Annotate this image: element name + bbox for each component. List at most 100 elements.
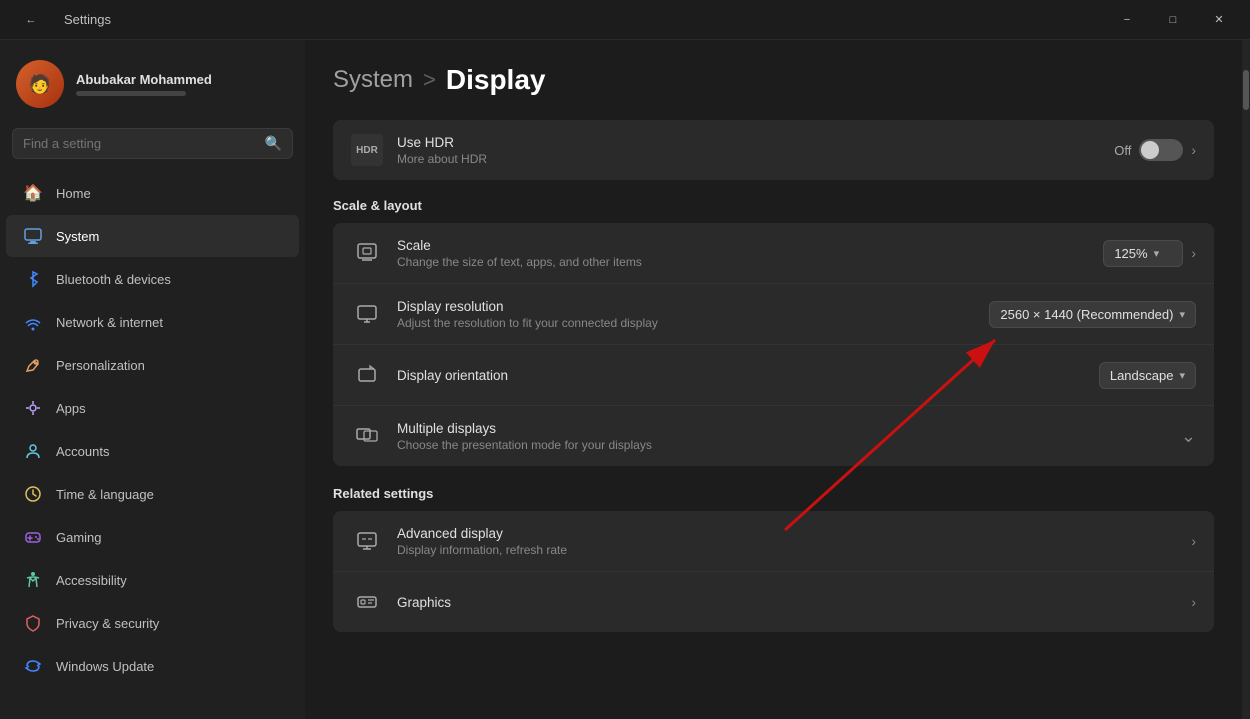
- resolution-text: Display resolution Adjust the resolution…: [397, 299, 975, 330]
- multiple-displays-text: Multiple displays Choose the presentatio…: [397, 421, 1167, 452]
- advanced-display-icon: [351, 525, 383, 557]
- time-icon: [22, 483, 44, 505]
- sidebar-item-bluetooth[interactable]: Bluetooth & devices: [6, 258, 299, 300]
- toggle-knob: [1141, 141, 1159, 159]
- resolution-dropdown-arrow: ▾: [1179, 308, 1185, 321]
- sidebar-label-bluetooth: Bluetooth & devices: [56, 272, 171, 287]
- sidebar-item-system[interactable]: System: [6, 215, 299, 257]
- sidebar-item-update[interactable]: Windows Update: [6, 645, 299, 687]
- user-bar: [76, 91, 186, 96]
- related-settings-card: Advanced display Display information, re…: [333, 511, 1214, 632]
- sidebar-label-accounts: Accounts: [56, 444, 109, 459]
- sidebar-item-accounts[interactable]: Accounts: [6, 430, 299, 472]
- scale-layout-card: Scale Change the size of text, apps, and…: [333, 223, 1214, 466]
- scrollbar-track: [1242, 40, 1250, 719]
- sidebar-item-network[interactable]: Network & internet: [6, 301, 299, 343]
- advanced-display-text: Advanced display Display information, re…: [397, 526, 1177, 557]
- hdr-right: Off ›: [1114, 139, 1196, 161]
- personalization-icon: [22, 354, 44, 376]
- search-box[interactable]: 🔍: [12, 128, 293, 159]
- related-settings-label: Related settings: [333, 486, 1214, 501]
- orientation-text: Display orientation: [397, 368, 1085, 383]
- sidebar-label-network: Network & internet: [56, 315, 163, 330]
- scale-dropdown-arrow: ▾: [1154, 247, 1160, 260]
- scrollbar-thumb[interactable]: [1243, 70, 1249, 110]
- hdr-title: Use HDR: [397, 135, 1100, 150]
- sidebar-item-time[interactable]: Time & language: [6, 473, 299, 515]
- search-input[interactable]: [23, 136, 257, 151]
- bluetooth-icon: [22, 268, 44, 290]
- breadcrumb: System > Display: [333, 64, 1214, 96]
- back-button[interactable]: ←: [8, 0, 54, 40]
- advanced-display-chevron: ›: [1191, 533, 1196, 549]
- titlebar-left: ← Settings: [8, 0, 111, 40]
- sidebar-label-accessibility: Accessibility: [56, 573, 127, 588]
- sidebar-item-personalization[interactable]: Personalization: [6, 344, 299, 386]
- hdr-text: Use HDR More about HDR: [397, 135, 1100, 166]
- sidebar-item-privacy[interactable]: Privacy & security: [6, 602, 299, 644]
- sidebar-item-apps[interactable]: Apps: [6, 387, 299, 429]
- titlebar-controls: − □ ✕: [1104, 0, 1242, 40]
- scale-dropdown[interactable]: 125% ▾: [1103, 240, 1183, 267]
- maximize-button[interactable]: □: [1150, 0, 1196, 40]
- avatar: 🧑: [16, 60, 64, 108]
- multiple-displays-title: Multiple displays: [397, 421, 1167, 436]
- graphics-right: ›: [1191, 594, 1196, 610]
- resolution-row[interactable]: Display resolution Adjust the resolution…: [333, 284, 1214, 345]
- scale-row[interactable]: Scale Change the size of text, apps, and…: [333, 223, 1214, 284]
- sidebar-item-gaming[interactable]: Gaming: [6, 516, 299, 558]
- sidebar-item-accessibility[interactable]: Accessibility: [6, 559, 299, 601]
- graphics-chevron: ›: [1191, 594, 1196, 610]
- orientation-dropdown[interactable]: Landscape ▾: [1099, 362, 1196, 389]
- orientation-row[interactable]: Display orientation Landscape ▾: [333, 345, 1214, 406]
- advanced-display-right: ›: [1191, 533, 1196, 549]
- hdr-chevron: ›: [1191, 142, 1196, 158]
- sidebar-label-personalization: Personalization: [56, 358, 145, 373]
- hdr-subtitle: More about HDR: [397, 152, 1100, 166]
- resolution-right: 2560 × 1440 (Recommended) ▾: [989, 301, 1196, 328]
- resolution-dropdown[interactable]: 2560 × 1440 (Recommended) ▾: [989, 301, 1196, 328]
- resolution-subtitle: Adjust the resolution to fit your connec…: [397, 316, 975, 330]
- network-icon: [22, 311, 44, 333]
- resolution-icon: [351, 298, 383, 330]
- scale-chevron: ›: [1191, 245, 1196, 261]
- multiple-displays-expand: ⌄: [1181, 426, 1196, 447]
- sidebar-label-update: Windows Update: [56, 659, 154, 674]
- orientation-dropdown-arrow: ▾: [1179, 369, 1185, 382]
- close-button[interactable]: ✕: [1196, 0, 1242, 40]
- related-settings-section: Related settings Advanced display Displa…: [333, 486, 1214, 632]
- content-area: System > Display HDR Use HDR More about …: [305, 40, 1242, 719]
- breadcrumb-separator: >: [423, 67, 436, 93]
- sidebar-label-privacy: Privacy & security: [56, 616, 159, 631]
- graphics-row[interactable]: Graphics ›: [333, 572, 1214, 632]
- graphics-icon: [351, 586, 383, 618]
- sidebar-item-home[interactable]: 🏠 Home: [6, 172, 299, 214]
- sidebar-label-home: Home: [56, 186, 91, 201]
- gaming-icon: [22, 526, 44, 548]
- user-name: Abubakar Mohammed: [76, 72, 212, 87]
- multiple-displays-row[interactable]: Multiple displays Choose the presentatio…: [333, 406, 1214, 466]
- hdr-row[interactable]: HDR Use HDR More about HDR Off ›: [333, 120, 1214, 180]
- minimize-button[interactable]: −: [1104, 0, 1150, 40]
- scale-right: 125% ▾ ›: [1103, 240, 1196, 267]
- user-profile: 🧑 Abubakar Mohammed: [0, 40, 305, 124]
- breadcrumb-current: Display: [446, 64, 546, 96]
- breadcrumb-parent[interactable]: System: [333, 66, 413, 94]
- hdr-card: HDR Use HDR More about HDR Off ›: [333, 120, 1214, 180]
- hdr-toggle[interactable]: [1139, 139, 1183, 161]
- orientation-icon: [351, 359, 383, 391]
- hdr-section: HDR Use HDR More about HDR Off ›: [333, 120, 1214, 180]
- multiple-displays-subtitle: Choose the presentation mode for your di…: [397, 438, 1167, 452]
- advanced-display-subtitle: Display information, refresh rate: [397, 543, 1177, 557]
- titlebar-title: Settings: [64, 12, 111, 27]
- sidebar-label-apps: Apps: [56, 401, 86, 416]
- search-icon[interactable]: 🔍: [265, 135, 282, 152]
- scale-title: Scale: [397, 238, 1089, 253]
- scale-text: Scale Change the size of text, apps, and…: [397, 238, 1089, 269]
- orientation-title: Display orientation: [397, 368, 1085, 383]
- apps-icon: [22, 397, 44, 419]
- advanced-display-row[interactable]: Advanced display Display information, re…: [333, 511, 1214, 572]
- main-layout: 🧑 Abubakar Mohammed 🔍 🏠 Home System: [0, 40, 1250, 719]
- titlebar: ← Settings − □ ✕: [0, 0, 1250, 40]
- update-icon: [22, 655, 44, 677]
